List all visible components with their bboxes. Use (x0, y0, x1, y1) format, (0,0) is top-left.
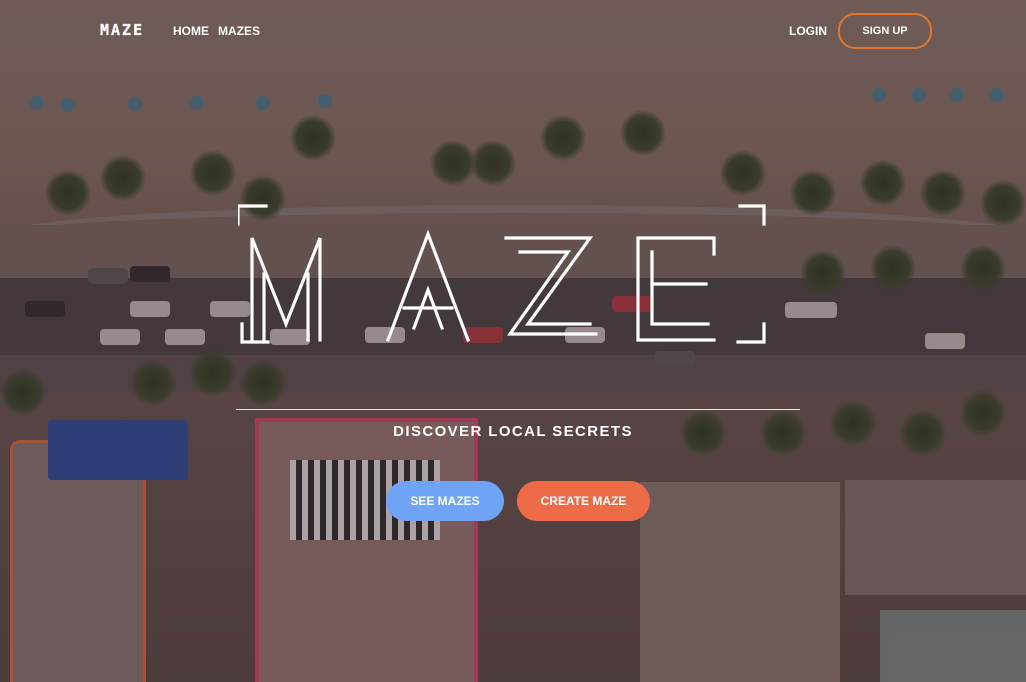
hero-divider (236, 409, 800, 410)
brand-logo[interactable]: MAZE (100, 21, 144, 39)
hero-maze-logo (238, 204, 768, 346)
nav-mazes-link[interactable]: MAZES (218, 24, 260, 38)
create-maze-button[interactable]: CREATE MAZE (517, 481, 650, 521)
nav-login-link[interactable]: LOGIN (789, 24, 827, 38)
nav-home-link[interactable]: HOME (173, 24, 209, 38)
top-navbar: MAZE HOME MAZES LOGIN SIGN UP (0, 0, 1026, 64)
see-mazes-button[interactable]: SEE MAZES (386, 481, 504, 521)
hero-tagline: DISCOVER LOCAL SECRETS (393, 423, 633, 440)
signup-button[interactable]: SIGN UP (838, 13, 932, 49)
